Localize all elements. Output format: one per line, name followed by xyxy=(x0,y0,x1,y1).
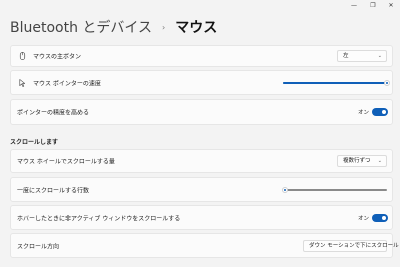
chevron-down-icon: ⌄ xyxy=(377,53,382,59)
inactive-scroll-label: ホバーしたときに非アクティブ ウィンドウをスクロールする xyxy=(17,215,181,222)
lines-per-scroll-setting: 一度にスクロールする行数 xyxy=(10,177,393,202)
breadcrumb-parent[interactable]: Bluetooth とデバイス xyxy=(10,17,152,37)
enhance-precision-toggle[interactable] xyxy=(372,108,388,116)
pointer-speed-track[interactable] xyxy=(283,79,390,86)
inactive-scroll-state: オン xyxy=(358,215,370,222)
primary-button-label: マウスの主ボタン xyxy=(33,53,82,61)
lines-per-scroll-thumb[interactable] xyxy=(282,186,288,193)
pointer-speed-thumb[interactable] xyxy=(384,79,390,86)
minimize-button[interactable]: — xyxy=(348,1,360,11)
scroll-direction-label: スクロール方向 xyxy=(17,243,60,250)
toggle-knob xyxy=(382,110,386,114)
primary-button-dropdown[interactable]: 左 ⌄ xyxy=(337,50,387,62)
pointer-speed-label: マウス ポインターの速度 xyxy=(33,80,101,87)
close-button[interactable]: ✕ xyxy=(385,1,397,11)
inactive-scroll-toggle[interactable] xyxy=(372,213,388,222)
page-title: マウス xyxy=(175,20,218,36)
enhance-precision-state: オン xyxy=(358,110,370,116)
scroll-section-title: スクロールします xyxy=(10,139,59,146)
maximize-button[interactable]: ❐ xyxy=(367,1,379,11)
wheel-scroll-value: 複数行ずつ xyxy=(343,158,371,164)
inactive-scroll-setting: ホバーしたときに非アクティブ ウィンドウをスクロールする オン xyxy=(10,205,393,230)
scroll-direction-value: ダウン モーションで下にスクロール xyxy=(309,242,399,249)
scroll-direction-setting: スクロール方向 ダウン モーションで下にスクロール ⌄ xyxy=(10,233,399,258)
chevron-down-icon: ⌄ xyxy=(377,158,382,164)
pointer-speed-fill xyxy=(283,81,387,84)
mouse-icon xyxy=(19,52,26,60)
primary-button-value: 左 xyxy=(343,53,349,59)
enhance-precision-label: ポインターの精度を高める xyxy=(17,109,90,117)
wheel-scroll-label: マウス ホイールでスクロールする量 xyxy=(17,158,115,166)
wheel-scroll-dropdown[interactable]: 複数行ずつ ⌄ xyxy=(337,155,387,167)
toggle-knob xyxy=(382,215,386,220)
breadcrumb: Bluetooth とデバイス › マウス xyxy=(10,17,217,37)
scroll-direction-dropdown[interactable]: ダウン モーションで下にスクロール ⌄ xyxy=(303,239,399,252)
enhance-precision-setting: ポインターの精度を高める オン xyxy=(10,99,393,125)
primary-button-setting: マウスの主ボタン 左 ⌄ xyxy=(10,45,393,67)
wheel-scroll-setting: マウス ホイールでスクロールする量 複数行ずつ ⌄ xyxy=(10,149,393,173)
lines-per-scroll-label: 一度にスクロールする行数 xyxy=(17,187,90,194)
title-bar: — ❐ ✕ xyxy=(0,0,400,12)
settings-window: — ❐ ✕ Bluetooth とデバイス › マウス マウスの主ボタン 左 ⌄… xyxy=(0,0,400,267)
lines-per-scroll-track[interactable] xyxy=(282,186,387,193)
chevron-down-icon: ⌄ xyxy=(377,242,382,249)
pointer-speed-setting: マウス ポインターの速度 xyxy=(10,70,393,95)
pointer-icon xyxy=(19,78,26,87)
breadcrumb-separator: › xyxy=(162,22,166,32)
